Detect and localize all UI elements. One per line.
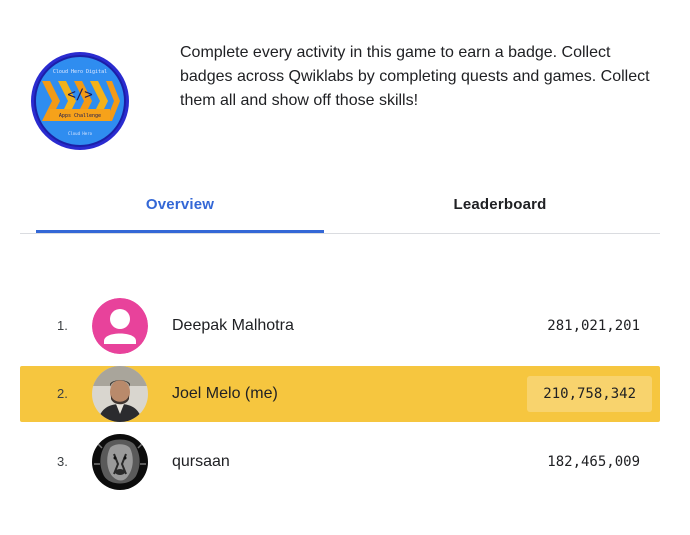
svg-text:Apps Challenge: Apps Challenge [59,113,101,119]
active-tab-indicator [36,230,324,233]
rank-number: 1. [57,318,68,333]
rank-number: 3. [57,454,68,469]
svg-text:</>: </> [67,87,92,103]
tab-overview-label: Overview [145,196,215,213]
avatar [92,434,148,490]
default-person-icon [92,298,148,354]
player-name: Joel Melo (me) [172,385,278,402]
player-score: 182,465,009 [547,454,640,470]
player-score: 281,021,201 [547,318,640,334]
player-name: qursaan [172,453,230,470]
tab-bar: Overview Leaderboard [20,180,660,234]
leaderboard-list: 1. Deepak Malhotra 281,021,201 2. Joel M… [20,298,660,502]
player-name: Deepak Malhotra [172,317,294,334]
game-description: Complete every activity in this game to … [180,44,650,109]
player-score: 210,758,342 [527,376,652,412]
tab-overview[interactable]: Overview [36,180,324,233]
badge-icon: Cloud Hero Digital </> Apps Challenge Cl… [31,52,129,150]
user-photo-icon [92,366,148,422]
leaderboard-row-current-user: 2. Joel Melo (me) 210,758,342 [20,366,660,422]
game-badge-image: Cloud Hero Digital </> Apps Challenge Cl… [30,51,130,151]
leaderboard-row: 3. qursaan 182,465,009 [20,434,660,490]
leaderboard-row: 1. Deepak Malhotra 281,021,201 [20,298,660,354]
tab-leaderboard[interactable]: Leaderboard [340,180,660,232]
rank-number: 2. [57,386,68,401]
svg-text:Cloud Hero Digital: Cloud Hero Digital [53,69,107,75]
avatar [92,298,148,354]
lion-photo-icon [92,434,148,490]
svg-text:Cloud Hero: Cloud Hero [68,131,93,136]
tab-leaderboard-label: Leaderboard [453,196,547,213]
avatar [92,366,148,422]
